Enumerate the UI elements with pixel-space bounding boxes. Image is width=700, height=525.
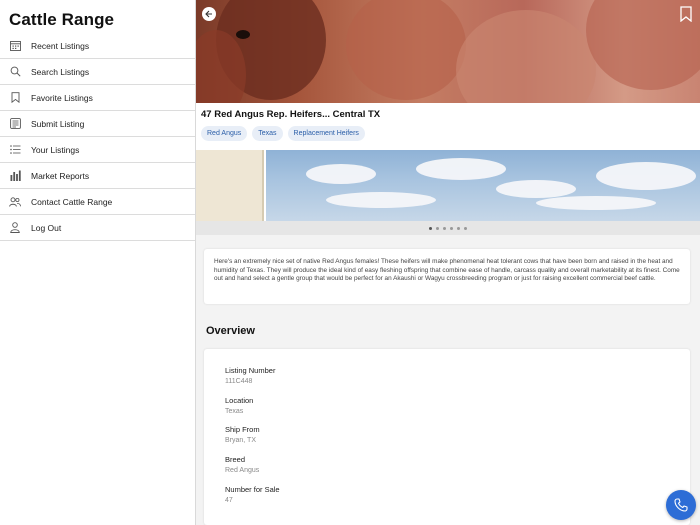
calendar-icon <box>8 39 22 53</box>
sidebar-item-label: Log Out <box>31 222 62 233</box>
sidebar-item-favorite-listings[interactable]: Favorite Listings <box>0 85 195 111</box>
app-title: Cattle Range <box>9 10 115 29</box>
gallery-dot[interactable] <box>464 226 467 230</box>
field-value: Red Angus <box>225 467 260 474</box>
call-button[interactable] <box>666 490 696 520</box>
listing-hero-image <box>196 0 700 103</box>
bookmark-icon <box>680 6 692 23</box>
bookmark-icon <box>8 91 22 105</box>
list-icon <box>8 143 22 157</box>
field-label: Location <box>225 396 254 405</box>
field-label: Breed <box>225 455 246 464</box>
sidebar-item-contact-cattle-range[interactable]: Contact Cattle Range <box>0 189 195 215</box>
field-label: Listing Number <box>225 366 276 375</box>
field-value: Bryan, TX <box>225 437 256 444</box>
gallery-dot[interactable] <box>436 226 439 230</box>
overview-heading: Overview <box>206 325 255 337</box>
sidebar-item-label: Market Reports <box>31 170 90 181</box>
field-breed: Breed Red Angus <box>225 455 259 474</box>
field-location: Location Texas <box>225 396 253 415</box>
person-icon <box>8 221 22 235</box>
tag-breed[interactable]: Red Angus <box>201 126 248 141</box>
gallery-photo-document <box>196 150 264 221</box>
sidebar: Cattle Range Recent Listings Search List… <box>0 0 196 525</box>
sidebar-item-log-out[interactable]: Log Out <box>0 215 195 241</box>
listing-description: Here's an extremely nice set of native R… <box>214 258 680 283</box>
sidebar-menu: Recent Listings Search Listings Favorite… <box>0 33 195 241</box>
sidebar-item-market-reports[interactable]: Market Reports <box>0 163 195 189</box>
overview-card: Listing Number 111C448 Location Texas Sh… <box>204 349 690 525</box>
cloud-shape <box>596 162 696 190</box>
photo-gallery[interactable] <box>196 150 700 221</box>
field-listing-number: Listing Number 111C448 <box>225 366 275 385</box>
field-label: Number for Sale <box>225 485 280 494</box>
cloud-shape <box>306 164 376 184</box>
sidebar-item-search-listings[interactable]: Search Listings <box>0 59 195 85</box>
cloud-shape <box>326 192 436 208</box>
field-value: 47 <box>225 497 233 504</box>
sidebar-item-label: Recent Listings <box>31 40 90 51</box>
gallery-pagination <box>196 221 700 235</box>
gallery-dot[interactable] <box>457 226 460 230</box>
cattle-photo-shape <box>346 0 466 100</box>
sidebar-item-label: Search Listings <box>31 66 90 77</box>
description-card: Here's an extremely nice set of native R… <box>204 249 690 304</box>
sidebar-item-your-listings[interactable]: Your Listings <box>0 137 195 163</box>
sidebar-item-submit-listing[interactable]: Submit Listing <box>0 111 195 137</box>
sidebar-item-label: Favorite Listings <box>31 92 93 103</box>
cloud-shape <box>416 158 506 180</box>
people-icon <box>8 195 22 209</box>
sidebar-item-label: Your Listings <box>31 144 80 155</box>
tag-location[interactable]: Texas <box>252 126 283 141</box>
listing-detail: 47 Red Angus Rep. Heifers... Central TX … <box>196 0 700 525</box>
arrow-left-icon <box>205 10 212 18</box>
gallery-dot[interactable] <box>429 226 432 230</box>
listing-title: 47 Red Angus Rep. Heifers... Central TX <box>201 109 381 120</box>
favorite-bookmark-button[interactable] <box>680 6 692 23</box>
form-icon <box>8 117 22 131</box>
field-number-for-sale: Number for Sale 47 <box>225 485 280 504</box>
sidebar-item-recent-listings[interactable]: Recent Listings <box>0 33 195 59</box>
listing-tags: Red Angus Texas Replacement Heifers <box>201 126 365 141</box>
field-label: Ship From <box>225 425 260 434</box>
bar-chart-icon <box>8 169 22 183</box>
sidebar-item-label: Contact Cattle Range <box>31 196 113 207</box>
cattle-photo-shape <box>236 30 250 39</box>
field-value: Texas <box>225 408 244 415</box>
cattle-photo-shape <box>456 10 596 103</box>
gallery-dot[interactable] <box>443 226 446 230</box>
back-button[interactable] <box>202 7 216 21</box>
cloud-shape <box>536 196 656 210</box>
tag-category[interactable]: Replacement Heifers <box>287 126 365 141</box>
search-icon <box>8 65 22 79</box>
phone-icon <box>674 498 688 512</box>
gallery-photo-sky <box>266 150 700 221</box>
cloud-shape <box>496 180 576 198</box>
gallery-dot[interactable] <box>450 226 453 230</box>
field-ship-from: Ship From Bryan, TX <box>225 425 260 444</box>
field-value: 111C448 <box>225 378 253 385</box>
sidebar-item-label: Submit Listing <box>31 118 85 129</box>
